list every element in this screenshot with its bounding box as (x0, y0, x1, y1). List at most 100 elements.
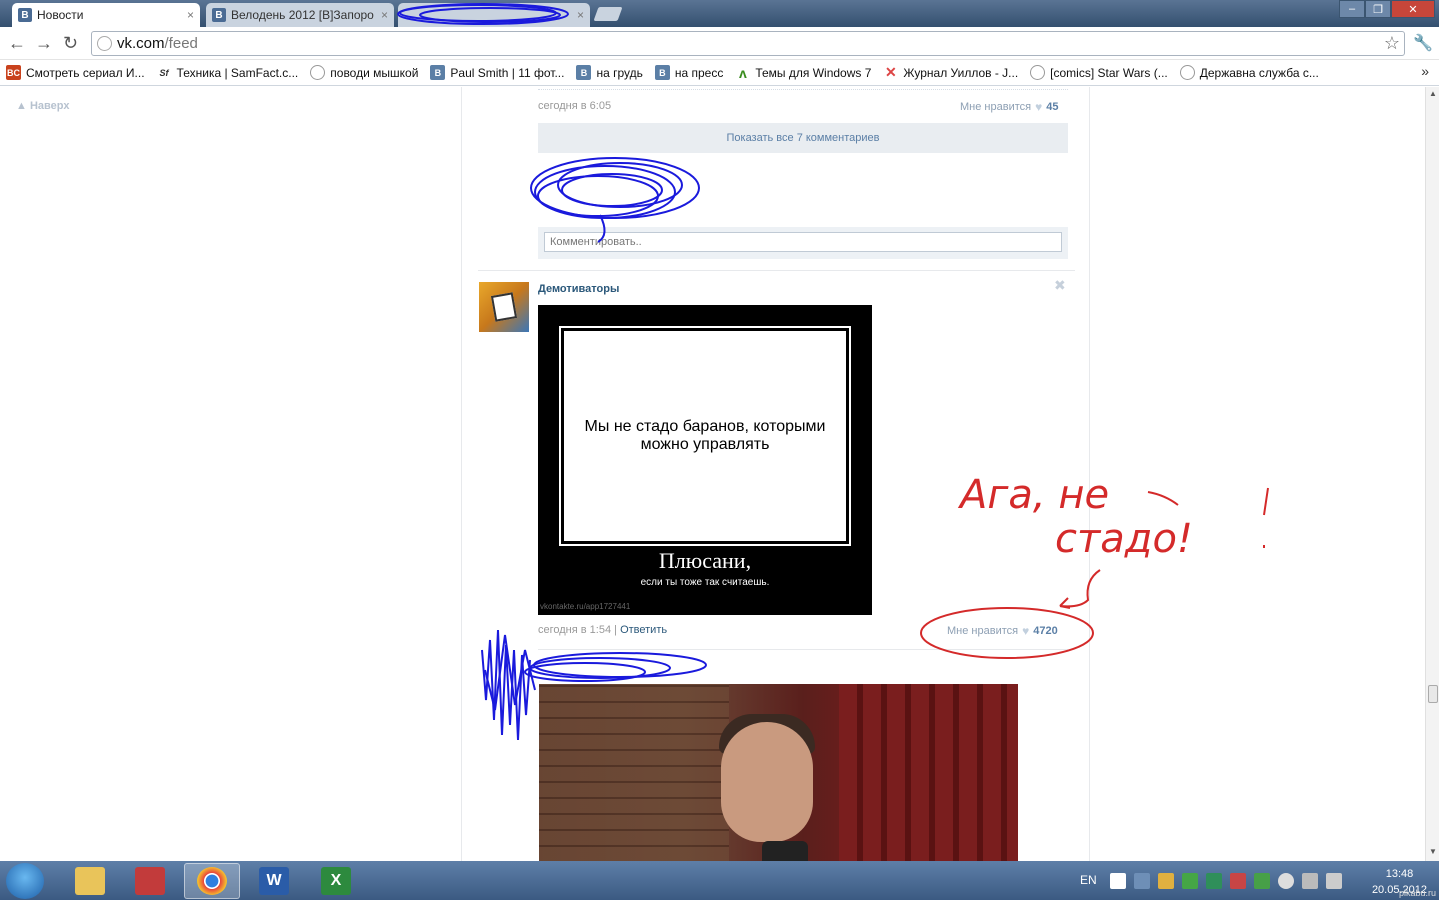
scroll-up-button[interactable]: ▲ Наверх (16, 100, 69, 112)
url-path: /feed (164, 35, 198, 52)
like-count: 45 (1046, 101, 1059, 113)
demotivator-image[interactable]: Мы не стадо баранов, которыми можно упра… (538, 305, 872, 615)
like-label: Мне нравится (960, 101, 1032, 113)
excel-icon: X (321, 867, 351, 895)
bookmark-star-icon[interactable]: ☆ (1384, 33, 1400, 54)
post-time: сегодня в 6:05 (538, 100, 612, 112)
scroll-thumb[interactable] (1428, 685, 1438, 703)
bookmark-item[interactable]: ✕ Журнал Уиллов - J... (883, 64, 1019, 80)
excel-taskbar-button[interactable]: X (308, 863, 364, 899)
globe-icon (1030, 65, 1046, 80)
cross-icon: ✕ (885, 64, 897, 80)
sf-icon: Sf (159, 67, 169, 78)
tray-icon[interactable] (1182, 873, 1198, 889)
volume-icon[interactable] (1326, 873, 1342, 889)
bookmark-item[interactable]: Sf Техника | SamFact.c... (157, 65, 299, 80)
post-meta: сегодня в 1:54 | Ответить (538, 624, 667, 636)
post-photo[interactable] (539, 684, 1018, 861)
avatar-face-icon (490, 292, 518, 322)
reply-link[interactable]: Ответить (620, 624, 667, 636)
leaf-icon: ʌ (738, 64, 747, 81)
chrome-taskbar-button[interactable] (184, 863, 240, 899)
bookmark-item[interactable]: Державна служба с... (1179, 65, 1319, 80)
bookmark-label: Державна служба с... (1199, 65, 1319, 80)
vk-favicon-icon: B (18, 8, 32, 22)
language-indicator[interactable]: EN (1080, 873, 1097, 887)
windows-taskbar: W X EN 13:48 20.05.2012 pikabu.ru (0, 861, 1439, 900)
bookmark-label: Paul Smith | 11 фот... (450, 65, 565, 80)
clock-time: 13:48 (1385, 868, 1414, 880)
scroll-down-arrow-icon[interactable]: ▼ (1429, 847, 1437, 856)
demotivator-subtitle: если ты тоже так считаешь. (640, 577, 770, 588)
word-taskbar-button[interactable]: W (246, 863, 302, 899)
reload-icon[interactable]: ↻ (63, 33, 78, 54)
close-tab-icon[interactable]: × (577, 8, 584, 22)
bookmark-item[interactable]: поводи мышкой (310, 65, 418, 80)
save-taskbar-button[interactable] (122, 863, 178, 899)
checkbox-tray-icon[interactable] (1110, 873, 1126, 889)
bc-icon: BC (6, 65, 21, 80)
url-host: vk.com (117, 35, 165, 52)
bookmark-item[interactable]: Bна грудь (576, 65, 643, 80)
maximize-icon[interactable]: ❐ (1365, 0, 1391, 18)
close-tab-icon[interactable]: × (187, 8, 194, 22)
post-author[interactable]: Демотиваторы (538, 283, 619, 295)
close-tab-icon[interactable]: × (381, 8, 388, 22)
bookmark-label: Темы для Windows 7 (755, 65, 872, 80)
globe-icon (310, 65, 326, 80)
bookmark-label: на грудь (596, 65, 643, 80)
bookmarks-more-icon[interactable]: » (1421, 63, 1429, 79)
bookmark-item[interactable]: B Paul Smith | 11 фот... (430, 65, 564, 80)
tab-velоden[interactable]: B Велодень 2012 [В]Запоро × (206, 3, 394, 27)
page-scrollbar[interactable]: ▲ ▼ (1425, 87, 1439, 861)
tray-icon[interactable] (1278, 873, 1294, 889)
start-button[interactable] (6, 863, 44, 899)
tray-icon[interactable] (1158, 873, 1174, 889)
show-all-comments-button[interactable]: Показать все 7 комментариев (538, 123, 1068, 153)
demotivator-frame: Мы не стадо баранов, которыми можно упра… (558, 325, 852, 547)
scroll-up-arrow-icon[interactable]: ▲ (1429, 89, 1437, 98)
tray-icon[interactable] (1134, 873, 1150, 889)
tray-icon[interactable] (1254, 873, 1270, 889)
globe-icon (1179, 65, 1195, 80)
vk-favicon-icon: B (212, 8, 226, 22)
tray-icon[interactable] (1206, 873, 1222, 889)
comment-area: Комментировать.. (538, 227, 1068, 259)
like-button[interactable]: Мне нравится ♥ 4720 (947, 624, 1058, 638)
minimize-icon[interactable]: – (1339, 0, 1365, 18)
forward-icon[interactable]: → (35, 33, 53, 54)
heart-icon: ♥ (1022, 624, 1030, 638)
like-count: 4720 (1033, 625, 1058, 637)
like-button[interactable]: Мне нравится ♥ 45 (960, 100, 1058, 114)
demotivator-watermark: vkontakte.ru/app1727441 (540, 602, 631, 611)
person-face (721, 722, 813, 842)
bookmark-item[interactable]: ʌ Темы для Windows 7 (735, 64, 872, 81)
bookmark-item[interactable]: BC Смотреть сериал И... (6, 65, 145, 80)
close-window-icon[interactable]: ✕ (1391, 0, 1435, 18)
address-bar[interactable]: vk.com/feed ☆ (91, 31, 1405, 56)
bookmark-item[interactable]: [comics] Star Wars (... (1030, 65, 1168, 80)
tab-news[interactable]: B Новости × (12, 3, 200, 27)
avatar[interactable] (479, 282, 529, 332)
chrome-icon (197, 867, 227, 895)
close-icon[interactable]: ✖ (1054, 277, 1066, 294)
pikabu-watermark: pikabu.ru (1398, 888, 1436, 898)
bookmark-label: [comics] Star Wars (... (1050, 65, 1168, 80)
explorer-taskbar-button[interactable] (62, 863, 118, 899)
browser-titlebar: B Новости × B Велодень 2012 [В]Запоро × … (0, 0, 1439, 27)
separator: | (614, 624, 618, 636)
bookmark-label: Журнал Уиллов - J... (903, 65, 1019, 80)
vk-icon: B (576, 65, 592, 80)
tray-icon[interactable] (1230, 873, 1246, 889)
word-icon: W (259, 867, 289, 895)
back-icon[interactable]: ← (8, 33, 26, 54)
tab-label: Велодень 2012 [В]Запоро (231, 8, 374, 22)
new-tab-button[interactable] (593, 7, 623, 21)
tab-hidden[interactable]: × (398, 3, 590, 27)
comment-input[interactable]: Комментировать.. (544, 232, 1062, 252)
network-icon[interactable] (1302, 873, 1318, 889)
wrench-icon[interactable]: 🔧 (1413, 33, 1433, 53)
bookmark-item[interactable]: Bна пресс (654, 65, 723, 80)
window-controls: – ❐ ✕ (1339, 0, 1435, 18)
post-time: сегодня в 1:54 (538, 624, 612, 636)
